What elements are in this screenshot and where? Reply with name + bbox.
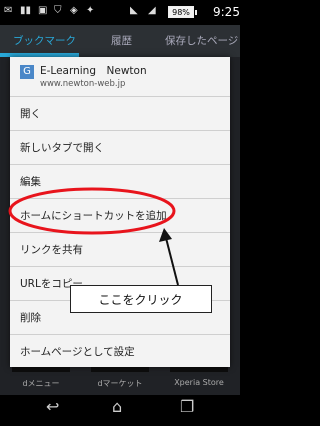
highlight-ellipse [8, 187, 176, 235]
annotation-overlay [8, 187, 179, 286]
annotation-arrowhead [159, 228, 172, 242]
annotation-callout: ここをクリック [70, 285, 212, 313]
annotation-arrow-line [165, 237, 179, 286]
callout-text: ここをクリック [98, 293, 183, 307]
